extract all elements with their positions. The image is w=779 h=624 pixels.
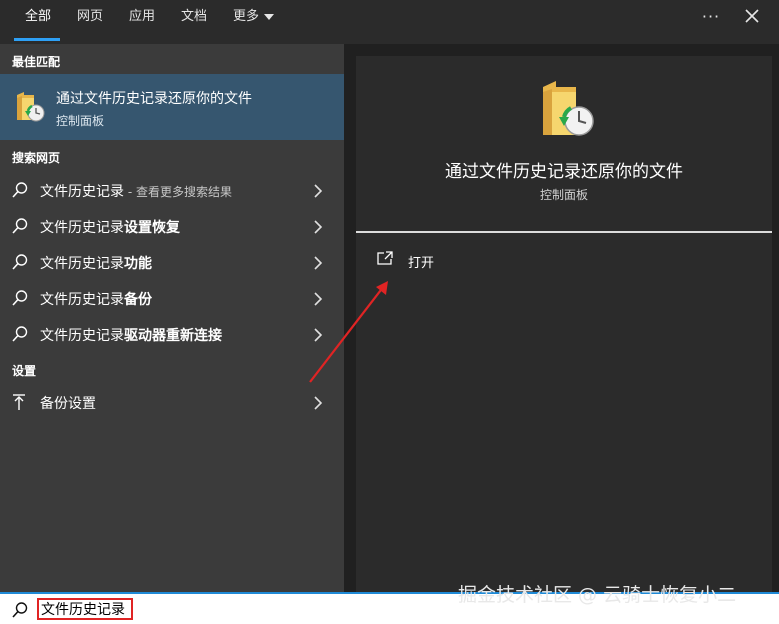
tab-documents[interactable]: 文档 [181, 0, 207, 44]
tab-web[interactable]: 网页 [77, 0, 103, 44]
web-result-item[interactable]: 文件历史记录功能 [0, 244, 344, 280]
preview-pane: 通过文件历史记录还原你的文件 控制面板 打开 [356, 56, 772, 592]
settings-result-label: 备份设置 [40, 396, 96, 412]
upload-arrow-icon [11, 393, 29, 411]
result-query: 文件历史记录 [40, 256, 124, 272]
chevron-right-icon[interactable] [312, 219, 324, 234]
result-query-completion: 备份 [124, 292, 152, 308]
more-options-icon[interactable]: ··· [700, 5, 722, 29]
result-query: 文件历史记录 [40, 220, 124, 236]
chevron-right-icon[interactable] [312, 255, 324, 270]
chevron-right-icon[interactable] [312, 291, 324, 306]
result-query-completion: 功能 [124, 256, 152, 272]
chevron-right-icon[interactable] [312, 183, 324, 198]
result-hint: - 查看更多搜索结果 [124, 185, 232, 199]
web-result-item[interactable]: 文件历史记录驱动器重新连接 [0, 316, 344, 352]
settings-heading: 设置 [12, 364, 37, 378]
web-result-item[interactable]: 文件历史记录备份 [0, 280, 344, 316]
results-list: 最佳匹配 通过文件历史记录还原你的文件 控制面板 搜索网页 文件历史记录 - 查… [0, 44, 344, 592]
chevron-right-icon[interactable] [312, 395, 324, 410]
search-icon [11, 289, 29, 307]
search-icon [11, 253, 29, 271]
web-results-heading: 搜索网页 [12, 151, 61, 165]
result-query: 文件历史记录 [40, 292, 124, 308]
open-label: 打开 [408, 256, 435, 271]
result-query: 文件历史记录 [40, 184, 124, 200]
preview-subtitle: 控制面板 [539, 188, 588, 202]
search-icon [11, 325, 29, 343]
search-icon [11, 601, 29, 619]
file-history-folder-icon [538, 77, 596, 139]
result-query: 文件历史记录 [40, 328, 124, 344]
best-match-title: 通过文件历史记录还原你的文件 [56, 91, 252, 107]
open-window-icon [376, 250, 394, 268]
result-query-completion: 设置恢复 [124, 220, 180, 236]
open-action[interactable]: 打开 [376, 250, 496, 274]
result-query-completion: 驱动器重新连接 [124, 328, 222, 344]
best-match-heading: 最佳匹配 [12, 55, 61, 69]
file-history-folder-icon [14, 89, 46, 123]
tab-apps[interactable]: 应用 [129, 0, 155, 44]
web-result-item[interactable]: 文件历史记录设置恢复 [0, 208, 344, 244]
search-scope-tabs: 全部 网页 应用 文档 更多 ··· [0, 0, 779, 44]
preview-title: 通过文件历史记录还原你的文件 [445, 162, 683, 182]
settings-result-item[interactable]: 备份设置 [0, 384, 344, 420]
watermark: 掘金技术社区 @ 云骑士恢复小二 [458, 584, 737, 606]
search-icon [11, 217, 29, 235]
search-input[interactable] [37, 598, 133, 620]
close-icon[interactable] [742, 6, 762, 26]
best-match-subtitle: 控制面板 [56, 114, 105, 128]
search-icon [11, 181, 29, 199]
divider [356, 231, 772, 233]
tab-more[interactable]: 更多 [233, 0, 259, 44]
chevron-right-icon[interactable] [312, 327, 324, 342]
web-result-item[interactable]: 文件历史记录 - 查看更多搜索结果 [0, 172, 344, 208]
active-tab-indicator [14, 38, 60, 41]
chevron-down-icon[interactable] [264, 14, 274, 20]
